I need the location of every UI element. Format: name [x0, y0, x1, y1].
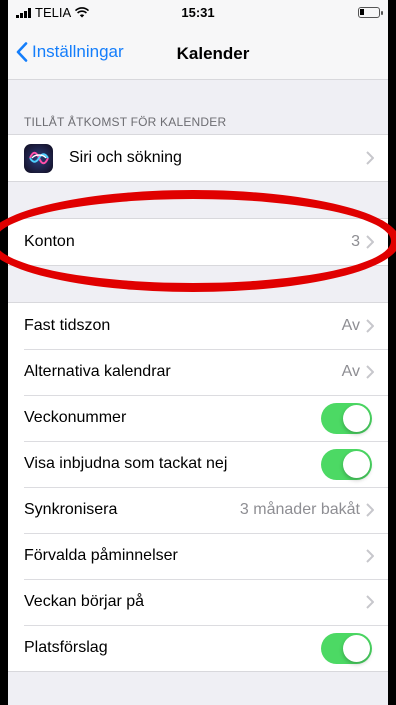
show-declined-label: Visa inbjudna som tackat nej — [24, 455, 228, 472]
accounts-label: Konton — [24, 233, 75, 250]
navigation-bar: Inställningar Kalender — [8, 28, 388, 80]
location-suggestions-label: Platsförslag — [24, 639, 108, 656]
show-declined-toggle[interactable] — [321, 448, 372, 480]
chevron-right-icon — [366, 235, 374, 249]
sync-row[interactable]: Synkronisera 3 månader bakåt — [8, 487, 388, 533]
chevron-right-icon — [366, 549, 374, 563]
fixed-timezone-value: Av — [341, 317, 360, 334]
default-alerts-row[interactable]: Förvalda påminnelser — [8, 533, 388, 579]
accounts-row[interactable]: Konton 3 — [8, 219, 388, 265]
week-numbers-label: Veckonummer — [24, 409, 127, 426]
section-header-access: TILLÅT ÅTKOMST FÖR KALENDER — [24, 115, 227, 129]
access-group: Siri och sökning — [8, 134, 388, 182]
location-suggestions-row: Platsförslag — [8, 625, 388, 671]
accounts-count: 3 — [351, 233, 360, 250]
location-suggestions-toggle[interactable] — [321, 632, 372, 664]
alternate-calendars-value: Av — [341, 363, 360, 380]
week-numbers-row: Veckonummer — [8, 395, 388, 441]
clock: 15:31 — [181, 5, 215, 20]
week-start-label: Veckan börjar på — [24, 593, 145, 610]
alternate-calendars-label: Alternativa kalendrar — [24, 363, 171, 380]
accounts-group: Konton 3 — [8, 218, 388, 266]
status-bar: TELIA 15:31 — [8, 0, 388, 28]
chevron-right-icon — [366, 503, 374, 517]
sync-label: Synkronisera — [24, 501, 118, 518]
week-start-row[interactable]: Veckan börjar på — [8, 579, 388, 625]
chevron-right-icon — [366, 365, 374, 379]
siri-row[interactable]: Siri och sökning — [8, 135, 388, 181]
fixed-timezone-row[interactable]: Fast tidszon Av — [8, 303, 388, 349]
chevron-right-icon — [366, 151, 374, 165]
page-title: Kalender — [176, 44, 250, 63]
siri-label: Siri och sökning — [69, 149, 182, 166]
week-numbers-toggle[interactable] — [321, 402, 372, 434]
chevron-right-icon — [366, 595, 374, 609]
alternate-calendars-row[interactable]: Alternativa kalendrar Av — [8, 349, 388, 395]
battery-icon — [358, 7, 383, 18]
default-alerts-label: Förvalda påminnelser — [24, 547, 178, 564]
chevron-right-icon — [366, 319, 374, 333]
calendar-settings-group: Fast tidszon Av Alternativa kalendrar Av… — [8, 302, 388, 672]
fixed-timezone-label: Fast tidszon — [24, 317, 111, 334]
show-declined-row: Visa inbjudna som tackat nej — [8, 441, 388, 487]
sync-value: 3 månader bakåt — [239, 501, 360, 518]
settings-screen: TELIA 15:31 Inställningar Kalender TILLÅ… — [6, 0, 390, 705]
siri-icon — [24, 143, 53, 173]
